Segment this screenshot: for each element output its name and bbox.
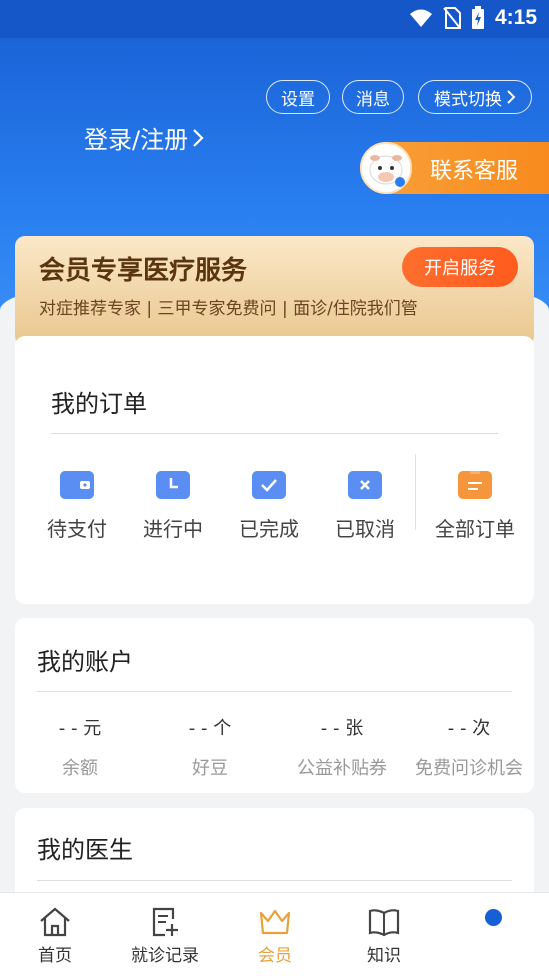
mode-switch-button[interactable]: 模式切换 — [418, 80, 532, 114]
vip-service-banner[interactable]: 会员专享医疗服务 对症推荐专家 | 三甲专家免费问 | 面诊/住院我们管 开启服… — [15, 236, 534, 346]
chevron-right-icon — [193, 128, 204, 147]
wifi-icon — [409, 9, 432, 27]
clock-icon — [156, 471, 190, 499]
bottom-nav: 首页 就诊记录 会员 知识 — [0, 892, 549, 976]
chevron-right-icon — [507, 90, 516, 104]
status-bar: 4:15 — [0, 0, 549, 38]
nav-home[interactable]: 首页 — [5, 907, 105, 966]
order-label: 已取消 — [335, 517, 395, 541]
order-in-progress[interactable]: 进行中 — [125, 471, 221, 542]
nav-knowledge[interactable]: 知识 — [334, 907, 434, 966]
cancel-icon — [348, 471, 382, 499]
customer-service-label: 联系客服 — [430, 159, 519, 184]
check-icon — [252, 471, 286, 499]
account-label: 免费问诊机会 — [415, 758, 523, 779]
order-pending-payment[interactable]: 待支付 — [29, 471, 125, 542]
divider — [37, 691, 512, 692]
notification-dot[interactable] — [485, 909, 502, 926]
login-register-label: 登录/注册 — [84, 126, 189, 154]
wallet-icon — [60, 471, 94, 499]
order-cancelled[interactable]: 已取消 — [317, 471, 413, 542]
divider — [37, 880, 512, 881]
my-account-card: 我的账户 - - 元 余额 - - 个 好豆 - - 张 公益补贴券 - - 次… — [15, 618, 534, 793]
account-free-consults[interactable]: - - 次 免费问诊机会 — [404, 714, 534, 780]
battery-icon — [471, 6, 484, 29]
orders-title: 我的订单 — [51, 390, 147, 418]
account-beans[interactable]: - - 个 好豆 — [145, 714, 275, 780]
nav-member[interactable]: 会员 — [225, 907, 325, 966]
order-label: 进行中 — [143, 517, 203, 541]
order-label: 已完成 — [239, 517, 299, 541]
divider — [51, 433, 498, 434]
status-icons: 4:15 — [409, 6, 537, 30]
order-all[interactable]: 全部订单 — [423, 469, 527, 542]
account-value: - - 个 — [188, 718, 232, 739]
nav-label: 会员 — [258, 946, 292, 966]
messages-button[interactable]: 消息 — [342, 80, 404, 114]
order-completed[interactable]: 已完成 — [221, 471, 317, 542]
status-time: 4:15 — [494, 6, 537, 29]
login-register-link[interactable]: 登录/注册 — [84, 120, 204, 155]
account-coupons[interactable]: - - 张 公益补贴券 — [277, 714, 407, 780]
start-service-button[interactable]: 开启服务 — [402, 247, 518, 287]
vip-title: 会员专享医疗服务 — [39, 256, 248, 286]
nav-records[interactable]: 就诊记录 — [115, 907, 215, 966]
home-icon — [40, 907, 70, 937]
nav-label: 就诊记录 — [131, 946, 199, 966]
order-separator — [415, 454, 416, 530]
account-label: 公益补贴券 — [297, 758, 387, 779]
account-label: 余额 — [62, 758, 98, 779]
account-label: 好豆 — [192, 758, 228, 779]
nav-label: 首页 — [38, 946, 72, 966]
account-title: 我的账户 — [37, 648, 133, 676]
crown-icon — [259, 909, 291, 935]
order-label: 待支付 — [47, 517, 107, 541]
mode-switch-label: 模式切换 — [434, 89, 502, 110]
account-balance[interactable]: - - 元 余额 — [15, 714, 145, 780]
nav-label: 知识 — [367, 946, 401, 966]
order-label: 全部订单 — [435, 517, 515, 541]
no-sim-icon — [443, 7, 461, 29]
record-icon — [152, 907, 178, 937]
my-orders-card: 我的订单 待支付 进行中 已完成 已取消 全部订单 — [15, 336, 534, 604]
settings-button[interactable]: 设置 — [266, 80, 330, 114]
account-value: - - 张 — [320, 718, 364, 739]
cow-mascot-icon — [360, 142, 412, 194]
vip-subtitle: 对症推荐专家 | 三甲专家免费问 | 面诊/住院我们管 — [39, 299, 418, 319]
account-value: - - 次 — [447, 718, 491, 739]
customer-service-button[interactable]: 联系客服 — [360, 142, 549, 194]
clipboard-icon — [458, 469, 492, 499]
book-icon — [368, 909, 400, 937]
account-value: - - 元 — [58, 718, 102, 739]
doctor-title: 我的医生 — [37, 836, 133, 864]
